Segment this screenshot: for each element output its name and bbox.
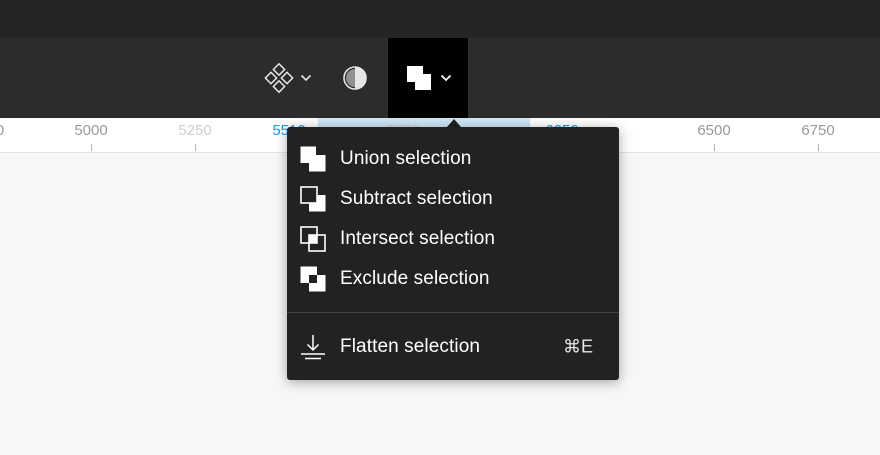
menu-pointer: [447, 119, 461, 127]
menu-separator: [287, 312, 619, 313]
boolean-union-icon: [407, 66, 431, 90]
ruler-label: 6750: [801, 122, 835, 139]
menu-item-intersect-selection[interactable]: Intersect selection: [287, 219, 619, 259]
menu-item-label: Subtract selection: [340, 188, 493, 209]
mask-tool-button[interactable]: [334, 38, 376, 118]
menu-item-label: Intersect selection: [340, 228, 496, 249]
menu-item-exclude-selection[interactable]: Exclude selection: [287, 259, 619, 299]
ruler-tick: [714, 144, 715, 151]
ruler-label: 0: [0, 122, 4, 139]
menu-item-union-selection[interactable]: Union selection: [287, 139, 619, 179]
ruler-tick: [91, 144, 92, 151]
ruler-label: 5250: [178, 122, 212, 139]
flatten-icon: [301, 335, 325, 360]
boolean-groups-tool-button[interactable]: [388, 38, 468, 118]
boolean-operations-menu: Union selection Subtract selection Inter…: [287, 127, 619, 380]
menu-item-label: Exclude selection: [340, 268, 490, 289]
keyboard-shortcut: ⌘E: [562, 336, 593, 357]
menu-item-flatten-selection[interactable]: Flatten selection ⌘E: [287, 327, 619, 367]
intersect-icon: [300, 226, 326, 252]
menu-item-label: Flatten selection: [340, 336, 481, 357]
ruler-label: 6500: [697, 122, 731, 139]
exclude-icon: [300, 266, 326, 292]
mask-icon: [343, 66, 367, 90]
union-icon: [300, 146, 326, 172]
menu-item-label: Union selection: [340, 148, 472, 169]
menu-item-subtract-selection[interactable]: Subtract selection: [287, 179, 619, 219]
title-bar: [0, 0, 880, 38]
toolbar: [0, 38, 880, 118]
chevron-down-icon: [440, 74, 452, 82]
ruler-tick: [818, 144, 819, 151]
ruler-label: 5000: [74, 122, 108, 139]
subtract-icon: [300, 186, 326, 212]
ruler-tick: [195, 144, 196, 151]
components-icon: [264, 63, 294, 93]
components-tool-button[interactable]: [256, 38, 320, 118]
chevron-down-icon: [300, 74, 312, 82]
